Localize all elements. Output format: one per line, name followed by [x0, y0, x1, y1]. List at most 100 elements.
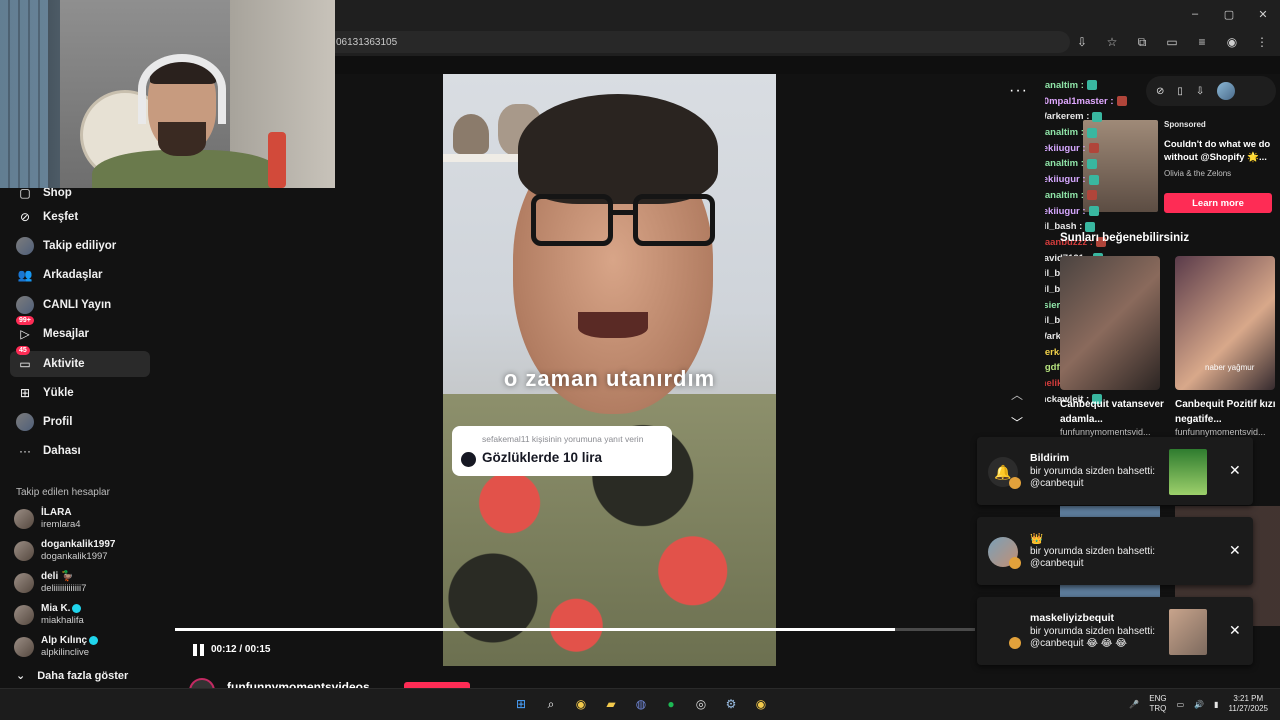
address-bar[interactable]: 06131363105: [320, 31, 1070, 53]
show-more-accounts-button[interactable]: ⌄ Daha fazla göster: [16, 669, 128, 683]
file-explorer-icon[interactable]: ▰: [601, 694, 621, 714]
profile-avatar-icon[interactable]: ◉: [1222, 32, 1242, 52]
followed-account[interactable]: Mia K. miakhalifa: [14, 601, 164, 631]
discord-icon[interactable]: ◍: [631, 694, 651, 714]
account-name: Mia K.: [41, 603, 71, 614]
chat-username[interactable]: zekiiugur :: [1045, 174, 1086, 185]
avatar: [14, 541, 34, 561]
chat-username[interactable]: Lil_bash :: [1045, 221, 1082, 232]
windows-start-icon[interactable]: ⊞: [511, 694, 531, 714]
lang-code: ENG: [1149, 694, 1167, 703]
download-icon[interactable]: ⇩: [1196, 86, 1204, 97]
chrome-profile-icon[interactable]: ◉: [751, 694, 771, 714]
sidebar-item-activity[interactable]: ▭ 45 Aktivite: [10, 346, 150, 377]
close-icon[interactable]: ✕: [1229, 622, 1241, 639]
maximize-button[interactable]: ▢: [1212, 0, 1246, 28]
sidebar-item-label: CANLI Yayın: [43, 299, 112, 311]
video-player[interactable]: o zaman utanırdım sefakemal11 kişisinin …: [443, 74, 776, 666]
followed-account[interactable]: İLARA iremlara4: [14, 505, 164, 535]
chat-username[interactable]: Canaltim :: [1045, 190, 1084, 201]
account-handle: deliiiiiiiiiiiii7: [41, 583, 87, 594]
author-avatar[interactable]: [189, 678, 215, 688]
spotify-icon[interactable]: ●: [661, 694, 681, 714]
chat-username[interactable]: Canaltim :: [1045, 158, 1084, 169]
followed-account[interactable]: deli 🦆 deliiiiiiiiiiiii7: [14, 569, 164, 599]
close-window-button[interactable]: ✕: [1246, 0, 1280, 28]
suggestion-title[interactable]: Canbequit vatansever adamla...: [1060, 397, 1164, 427]
avatar[interactable]: [1217, 82, 1236, 100]
close-icon[interactable]: ✕: [1229, 462, 1241, 479]
pause-bar: [200, 644, 204, 656]
chat-username[interactable]: Canaltim :: [1045, 127, 1084, 138]
chat-message: Warkerem :: [1045, 111, 1168, 127]
sidebar-item-label: Profil: [43, 416, 73, 428]
phone-icon[interactable]: ▯: [1177, 86, 1183, 97]
language-indicator[interactable]: ENG TRQ: [1149, 694, 1166, 714]
app-badge-icon: [1009, 477, 1021, 489]
notification-mention: @canbequit 😂 😂 😂: [1030, 638, 1127, 649]
learn-more-button[interactable]: Learn more: [1164, 193, 1272, 213]
followed-account[interactable]: Alp Kılınç alpkilinclive: [14, 633, 164, 663]
bookmark-star-icon[interactable]: ☆: [1102, 32, 1122, 52]
pause-button[interactable]: [193, 644, 205, 656]
live-icon: [16, 296, 34, 314]
notification-toast[interactable]: 👑 bir yorumda sizden bahsetti: @canbequit…: [977, 517, 1253, 585]
notification-line: bir yorumda sizden bahsetti:: [1030, 626, 1156, 637]
sidebar-item-upload[interactable]: ⊞ Yükle: [10, 380, 150, 406]
sidepanel-icon[interactable]: ▭: [1162, 32, 1182, 52]
install-app-icon[interactable]: ⇩: [1072, 32, 1092, 52]
compass-icon[interactable]: ⊘: [1156, 86, 1164, 97]
chat-username[interactable]: Canaltim :: [1045, 80, 1084, 91]
reading-list-icon[interactable]: ≡: [1192, 32, 1212, 52]
notification-toast[interactable]: maskeliyizbequit bir yorumda sizden bahs…: [977, 597, 1253, 665]
extensions-icon[interactable]: ⧉: [1132, 32, 1152, 52]
video-time: 00:12 / 00:15: [211, 644, 271, 655]
mic-icon[interactable]: 🎤: [1129, 700, 1139, 709]
suggestion-user[interactable]: funfunnymomentsvid...: [1175, 427, 1266, 437]
obs-icon[interactable]: ◎: [691, 694, 711, 714]
chat-username[interactable]: p0mpal1master :: [1045, 96, 1114, 107]
notification-toast[interactable]: 🔔 Bildirim bir yorumda sizden bahsetti: @…: [977, 437, 1253, 505]
followed-account[interactable]: dogankalik1997 dogankalik1997: [14, 537, 164, 567]
browser-menu-icon[interactable]: ⋮: [1252, 32, 1272, 52]
sidebar-item-live[interactable]: CANLI Yayın: [10, 292, 150, 318]
author-name[interactable]: funfunnymomentsvideos: [227, 680, 370, 688]
left-sidebar: ▢ Shop ⊘ Keşfet Takip ediliyor 👥 Arkadaş…: [0, 186, 175, 688]
suggestion-thumbnail[interactable]: naber yağmur: [1175, 256, 1275, 390]
network-icon[interactable]: ▭: [1177, 700, 1185, 709]
sidebar-item-messages[interactable]: ▷ 99+ Mesajlar: [10, 316, 150, 347]
previous-video-icon[interactable]: ︿: [1011, 386, 1023, 403]
verified-icon: [89, 635, 99, 645]
video-frame-part: [633, 194, 715, 246]
suggestion-title[interactable]: Canbequit Pozitif kızı negatife...: [1175, 397, 1279, 427]
suggestion-thumbnail[interactable]: [1060, 256, 1160, 390]
account-handle: iremlara4: [41, 519, 81, 530]
more-options-icon[interactable]: ···: [1009, 82, 1028, 100]
close-icon[interactable]: ✕: [1229, 542, 1241, 559]
notification-thumbnail: [1169, 449, 1207, 495]
suggestion-user[interactable]: funfunnymomentsvid...: [1060, 427, 1151, 437]
chat-username[interactable]: zekiiugur :: [1045, 143, 1086, 154]
volume-icon[interactable]: 🔊: [1194, 700, 1204, 709]
settings-icon[interactable]: ⚙: [721, 694, 741, 714]
chat-username[interactable]: Warkerem :: [1045, 111, 1089, 122]
sidebar-item-more[interactable]: ··· Dahası: [10, 438, 150, 464]
chrome-icon[interactable]: ◉: [571, 694, 591, 714]
sidebar-item-following[interactable]: Takip ediliyor: [10, 233, 150, 259]
chat-username[interactable]: zekiiugur :: [1045, 206, 1086, 217]
emote-icon: [1092, 111, 1103, 122]
search-icon[interactable]: ⌕: [541, 694, 561, 714]
sidebar-item-explore[interactable]: ⊘ Keşfet: [10, 204, 150, 230]
sidebar-item-profile[interactable]: Profil: [10, 409, 150, 435]
video-progress-bar[interactable]: [175, 628, 975, 631]
ad-title[interactable]: Couldn't do what we do without @Shopify …: [1164, 138, 1276, 164]
clock[interactable]: 3:21 PM 11/27/2025: [1229, 694, 1268, 714]
minimize-button[interactable]: –: [1178, 0, 1212, 28]
battery-icon[interactable]: ▮: [1214, 700, 1218, 709]
verified-icon: [72, 603, 82, 613]
sidebar-item-friends[interactable]: 👥 Arkadaşlar: [10, 262, 150, 288]
notification-mention: @canbequit: [1030, 558, 1084, 569]
right-panel: Canaltim : p0mpal1master : Warkerem : Canal…: [1045, 74, 1280, 688]
video-caption: o zaman utanırdım: [503, 366, 716, 391]
next-video-icon[interactable]: ﹀: [1011, 414, 1023, 431]
